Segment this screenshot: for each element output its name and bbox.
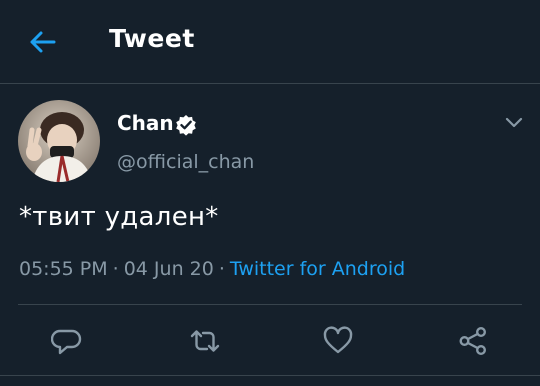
verified-badge-icon <box>175 114 197 136</box>
like-icon <box>323 326 353 354</box>
reply-button[interactable] <box>50 325 83 357</box>
meta-separator: · <box>112 258 119 280</box>
user-handle[interactable]: @official_chan <box>117 151 254 173</box>
share-icon <box>459 327 487 356</box>
chevron-down-icon <box>505 117 523 128</box>
share-button[interactable] <box>457 325 489 357</box>
like-button[interactable] <box>322 325 354 357</box>
meta-separator: · <box>218 258 225 280</box>
arrow-left-icon <box>30 31 56 53</box>
top-bar: Tweet <box>0 0 540 84</box>
page-title: Tweet <box>109 24 195 53</box>
back-button[interactable] <box>24 26 60 58</box>
retweet-button[interactable] <box>189 325 221 357</box>
divider <box>0 375 540 376</box>
display-name[interactable]: Chan <box>117 111 174 135</box>
tweet-time[interactable]: 05:55 PM <box>19 258 108 280</box>
avatar[interactable] <box>18 100 100 182</box>
tweet-source-link[interactable]: Twitter for Android <box>230 258 405 280</box>
reply-icon <box>50 329 82 355</box>
divider <box>18 304 522 305</box>
tweet-meta: 05:55 PM · 04 Jun 20 · Twitter for Android <box>19 258 405 280</box>
retweet-icon <box>190 330 220 352</box>
tweet-date[interactable]: 04 Jun 20 <box>124 258 214 280</box>
tweet-menu-button[interactable] <box>503 115 525 131</box>
tweet-text: *твит удален* <box>19 202 219 232</box>
